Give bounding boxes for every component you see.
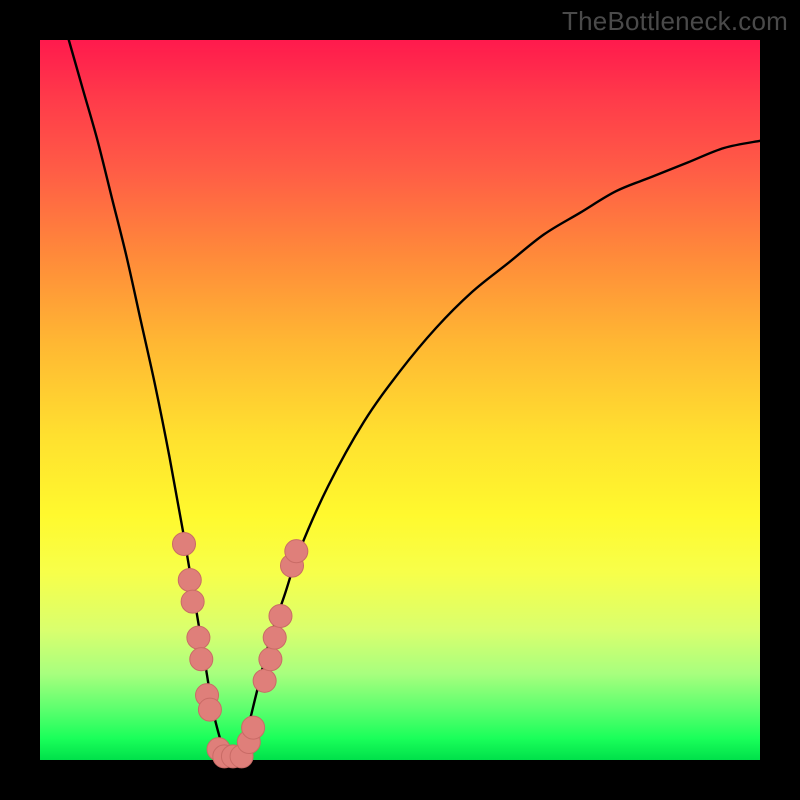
marker-point <box>263 626 286 649</box>
bottleneck-curve <box>69 40 760 762</box>
marker-point <box>198 698 221 721</box>
outer-frame: TheBottleneck.com <box>0 0 800 800</box>
marker-point <box>253 669 276 692</box>
chart-overlay <box>40 40 760 760</box>
marker-point <box>190 648 213 671</box>
watermark-text: TheBottleneck.com <box>562 6 788 37</box>
marker-point <box>178 568 201 591</box>
marker-point <box>187 626 210 649</box>
marker-point <box>172 532 195 555</box>
marker-point <box>259 648 282 671</box>
valley-markers <box>172 532 307 767</box>
marker-point <box>181 590 204 613</box>
marker-point <box>242 716 265 739</box>
marker-point <box>285 540 308 563</box>
marker-point <box>269 604 292 627</box>
